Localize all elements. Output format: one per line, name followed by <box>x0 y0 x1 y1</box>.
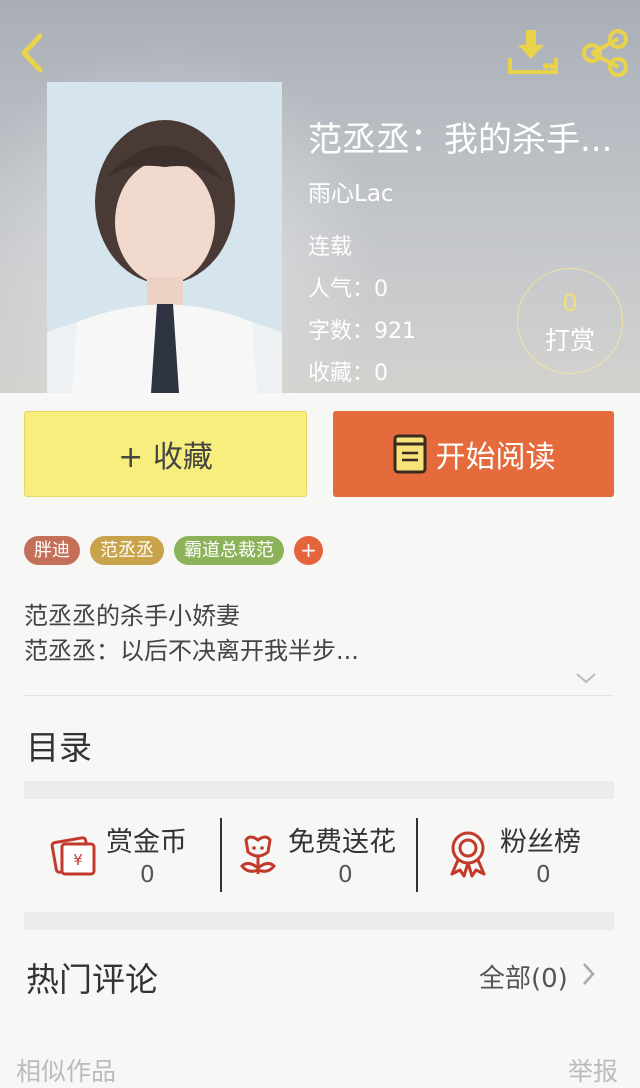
stat-flowers[interactable]: 免费送花 0 <box>236 818 416 892</box>
divider <box>24 695 614 696</box>
stat-divider <box>220 818 222 892</box>
all-comments-link[interactable]: 全部(0) <box>479 958 568 995</box>
tag-chip[interactable]: 范丞丞 <box>90 536 164 565</box>
book-icon <box>393 434 426 474</box>
stat-value: 0 <box>536 862 551 888</box>
stat-coins[interactable]: ¥ 赏金币 0 <box>48 818 218 892</box>
book-title: 范丞丞：我的杀手... <box>308 120 613 160</box>
section-separator <box>24 781 614 799</box>
back-chevron-icon[interactable] <box>12 28 52 78</box>
add-favorite-label: + 收藏 <box>118 440 213 475</box>
reward-button[interactable]: 0 打赏 <box>517 268 623 374</box>
book-author[interactable]: 雨心Lac <box>308 174 394 208</box>
share-icon[interactable] <box>580 28 630 78</box>
flower-icon <box>240 835 276 874</box>
book-cover-image[interactable] <box>47 82 282 393</box>
catalog-title[interactable]: 目录 <box>26 721 92 769</box>
start-reading-label: 开始阅读 <box>435 440 556 475</box>
svg-text:¥: ¥ <box>73 851 83 869</box>
chevron-right-icon[interactable] <box>580 961 596 987</box>
cover-portrait-illustration <box>47 82 282 393</box>
stat-divider <box>416 818 418 892</box>
stat-value: 0 <box>140 862 155 888</box>
similar-works-title: 相似作品 <box>16 1057 117 1086</box>
stat-label: 粉丝榜 <box>500 827 581 858</box>
description-line-1: 范丞丞的杀手小娇妻 <box>24 602 240 630</box>
tag-list: 胖迪 范丞丞 霸道总裁范 + <box>24 536 323 565</box>
book-popularity: 人气：0 <box>308 277 388 302</box>
description-line-2: 范丞丞：以后不决离开我半步... <box>24 637 359 665</box>
stat-value: 0 <box>338 862 353 888</box>
ribbon-badge-icon <box>450 831 486 878</box>
reward-count: 0 <box>562 289 578 317</box>
stat-fan-ranking[interactable]: 粉丝榜 0 <box>446 818 606 892</box>
add-tag-button[interactable]: + <box>294 536 323 565</box>
reward-label: 打赏 <box>544 326 595 355</box>
section-separator <box>24 912 614 930</box>
hot-comments-title: 热门评论 <box>26 960 158 999</box>
stat-label: 免费送花 <box>288 827 396 858</box>
tag-chip[interactable]: 胖迪 <box>24 536 80 565</box>
add-favorite-button[interactable]: + 收藏 <box>24 411 307 497</box>
download-icon[interactable] <box>506 28 560 76</box>
book-favorites: 收藏：0 <box>308 361 388 386</box>
stat-label: 赏金币 <box>106 827 187 858</box>
expand-chevron-down-icon[interactable] <box>574 670 598 686</box>
start-reading-button[interactable]: 开始阅读 <box>333 411 614 497</box>
red-envelope-icon: ¥ <box>50 836 96 876</box>
book-header: 范丞丞：我的杀手... 雨心Lac 连载 人气：0 字数：921 收藏：0 0 … <box>0 0 640 393</box>
book-status: 连载 <box>308 235 353 260</box>
book-word-count: 字数：921 <box>308 319 416 344</box>
report-link[interactable]: 举报 <box>568 1052 618 1088</box>
tag-chip[interactable]: 霸道总裁范 <box>174 536 284 565</box>
